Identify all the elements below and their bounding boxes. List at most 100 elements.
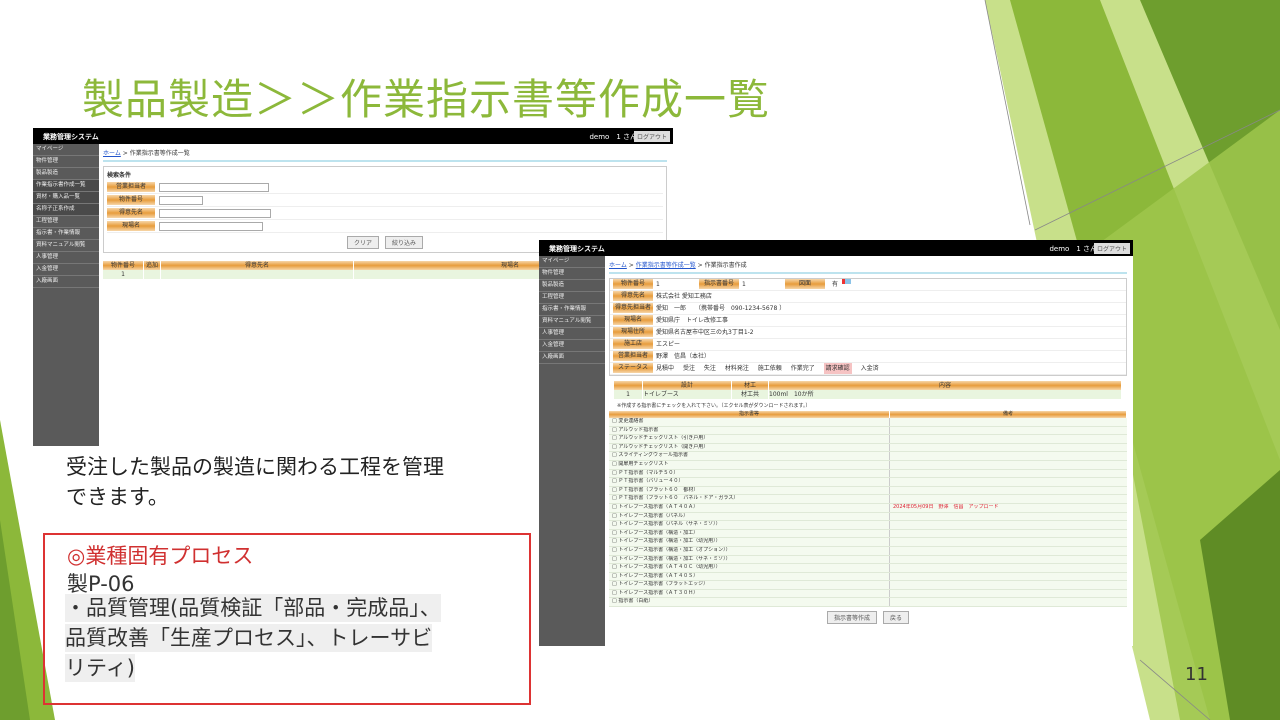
filter-button[interactable]: 絞り込み — [384, 236, 423, 249]
drawing-file-icon[interactable] — [842, 279, 852, 284]
document-row[interactable]: □ トイレブース指示書（構造・加工（幼児用）） — [609, 538, 1127, 547]
status-option[interactable]: 失注 — [704, 363, 716, 374]
spec-table: 設計 材工 内容 1 トイレブース 材工共 100ml 10か所 — [614, 381, 1122, 399]
breadcrumb-home-link[interactable]: ホーム — [103, 150, 121, 157]
sidebar-item[interactable]: 資料マニュアル閲覧 — [539, 316, 605, 328]
sales-rep-select[interactable] — [159, 182, 269, 192]
document-name: □ ＰＴ指示書（バリュー４０） — [609, 478, 890, 486]
document-row[interactable]: □ スライディングウォール指示書 — [609, 452, 1127, 461]
process-line: ・品質管理(品質検証「部品・完成品」、 — [65, 594, 441, 622]
document-row[interactable]: □ 指示書（白紙） — [609, 598, 1127, 608]
sidebar-item[interactable]: 物件管理 — [539, 268, 605, 280]
clear-button[interactable]: クリア — [347, 236, 380, 249]
sidebar-item[interactable]: 人事管理 — [33, 252, 99, 264]
breadcrumb-home-link[interactable]: ホーム — [609, 262, 627, 269]
status-option[interactable]: 入金済 — [861, 363, 879, 374]
drawing-flag: 有 — [832, 281, 839, 288]
status-option[interactable]: 施工依頼 — [758, 363, 782, 374]
document-row[interactable]: □ トイレブース指示書（パネル） — [609, 512, 1127, 522]
document-row[interactable]: □ ＰＴ指示書（フラット６０ パネル・ドア・ガラス） — [609, 495, 1127, 504]
property-no-input[interactable] — [159, 195, 203, 205]
site-value: 愛知県庁 トイレ改修工事 — [656, 317, 729, 324]
document-name: □ 開扉用チェックリスト — [609, 460, 890, 469]
document-row[interactable]: □ 開扉用チェックリスト — [609, 460, 1127, 470]
document-row[interactable]: □ ＰＴ指示書（フラット６０ 都材） — [609, 486, 1127, 496]
client-select[interactable] — [159, 208, 271, 218]
main-content: ホーム > 作業指示書等作成一覧 > 作業指示書作成 物件番号 1 指示書番号 … — [609, 260, 1127, 646]
table-cell — [144, 270, 161, 279]
create-instruction-button[interactable]: 指示書等作成 — [827, 611, 878, 625]
document-row[interactable]: □ アルウッド指示書 — [609, 426, 1127, 436]
document-row[interactable]: □ トイレブース指示書（構造・加工（オプション）） — [609, 546, 1127, 556]
sidebar-item[interactable]: 工程管理 — [33, 216, 99, 228]
document-row[interactable]: □ トイレブース指示書（パネル（サネ・ミゾ）） — [609, 521, 1127, 530]
column-header: 追加 — [144, 261, 161, 270]
sidebar-item[interactable]: 人事管理 — [539, 328, 605, 340]
document-note — [890, 435, 1127, 443]
app-name: 業務管理システム — [549, 245, 605, 253]
sidebar-item[interactable]: マイページ — [539, 256, 605, 268]
document-note — [890, 564, 1127, 572]
document-row[interactable]: □ 変更連絡書 — [609, 418, 1127, 427]
document-name: □ アルウッドチェックリスト（引き戸用） — [609, 435, 890, 443]
field-label: 物件番号 — [107, 195, 155, 205]
sidebar-item[interactable]: マイページ — [33, 144, 99, 156]
document-name: □ トイレブース指示書（構造・加工（サネ・ミゾ）） — [609, 555, 890, 564]
table-cell: 材工共 — [732, 390, 769, 399]
document-name: □ トイレブース指示書（パネル（サネ・ミゾ）） — [609, 521, 890, 529]
sidebar-subitem[interactable]: 作業指示書作成一覧 — [33, 180, 99, 192]
app-header: 業務管理システム demo 1 さん ログアウト — [33, 128, 673, 144]
document-row[interactable]: □ アルウッドチェックリスト（開き戸用） — [609, 443, 1127, 453]
sidebar-item[interactable]: 入廠画面 — [33, 276, 99, 288]
back-button[interactable]: 戻る — [882, 611, 909, 625]
status-option-active[interactable]: 請求確認 — [823, 363, 852, 374]
sidebar-subitem[interactable]: 資材・購入品一覧 — [33, 192, 99, 204]
sidebar-item[interactable]: 入金管理 — [33, 264, 99, 276]
breadcrumb-list-link[interactable]: 作業指示書等作成一覧 — [636, 262, 696, 269]
logout-button[interactable]: ログアウト — [633, 131, 670, 142]
sidebar-item[interactable]: 入廠画面 — [539, 352, 605, 364]
document-row[interactable]: □ トイレブース指示書（構造・加工（サネ・ミゾ）） — [609, 555, 1127, 565]
document-name: □ トイレブース指示書（ＡＴ４０Ａ） — [609, 503, 890, 512]
document-row[interactable]: □ トイレブース指示書（ＡＴ４０Ｓ） — [609, 572, 1127, 582]
detail-label: 得意先担当者 — [613, 303, 653, 313]
sidebar-item[interactable]: 資料マニュアル閲覧 — [33, 240, 99, 252]
document-note — [890, 547, 1127, 555]
document-row[interactable]: □ トイレブース指示書（フラットエッジ） — [609, 581, 1127, 590]
document-name: □ トイレブース指示書（フラットエッジ） — [609, 581, 890, 589]
document-row[interactable]: □ ＰＴ指示書（マルチ５０） — [609, 469, 1127, 479]
sidebar-item[interactable]: 製品製造 — [33, 168, 99, 180]
description-line: 受注した製品の製造に関わる工程を管理 — [66, 455, 444, 479]
document-name: □ ＰＴ指示書（フラット６０ パネル・ドア・ガラス） — [609, 495, 890, 503]
document-note — [890, 427, 1127, 435]
document-row[interactable]: □ ＰＴ指示書（バリュー４０） — [609, 478, 1127, 487]
document-name: □ トイレブース指示書（構造・加工（幼児用）） — [609, 538, 890, 546]
status-option[interactable]: 材料発注 — [725, 363, 749, 374]
document-row[interactable]: □ トイレブース指示書（ＡＴ４０Ａ） 2024年05月09日 野澤 信昌 アップロ… — [609, 503, 1127, 513]
sidebar-item[interactable]: 製品製造 — [539, 280, 605, 292]
slide-title: 製品製造＞＞作業指示書等作成一覧 — [82, 75, 771, 124]
site-name-input[interactable] — [159, 221, 263, 231]
document-row[interactable]: □ トイレブース指示書（ＡＴ３０Ｈ） — [609, 589, 1127, 599]
table-cell: 1 — [103, 270, 144, 279]
logout-button[interactable]: ログアウト — [1093, 243, 1130, 254]
sidebar-item[interactable]: 指示書・作業情報 — [33, 228, 99, 240]
document-name: □ トイレブース指示書（ＡＴ４０Ｓ） — [609, 572, 890, 581]
sidebar-item[interactable]: 工程管理 — [539, 292, 605, 304]
contractor-value: エスピー — [656, 341, 681, 348]
document-note — [890, 598, 1127, 606]
breadcrumb: ホーム > 作業指示書等作成一覧 > 作業指示書作成 — [609, 260, 1127, 274]
sidebar-item[interactable]: 指示書・作業情報 — [539, 304, 605, 316]
sidebar-item[interactable]: 入金管理 — [539, 340, 605, 352]
sidebar-item[interactable]: 物件管理 — [33, 156, 99, 168]
document-row[interactable]: □ アルウッドチェックリスト（引き戸用） — [609, 435, 1127, 444]
sidebar-subitem[interactable]: 名称子正系作成 — [33, 204, 99, 216]
status-option[interactable]: 作業完了 — [791, 363, 815, 374]
status-option[interactable]: 見積中 — [656, 363, 674, 374]
document-row[interactable]: □ トイレブース指示書（構造・加工） — [609, 529, 1127, 539]
status-option[interactable]: 受注 — [683, 363, 695, 374]
property-detail-table: 物件番号 1 指示書番号 1 図面 有 得意先名 株式会社 愛知工務店 得意先担当… — [609, 278, 1127, 376]
sales-rep-value: 野澤 信昌（本社） — [656, 353, 711, 360]
table-cell: 1 — [614, 390, 643, 399]
document-row[interactable]: □ トイレブース指示書（ＡＴ４０Ｃ（幼児用）） — [609, 564, 1127, 573]
